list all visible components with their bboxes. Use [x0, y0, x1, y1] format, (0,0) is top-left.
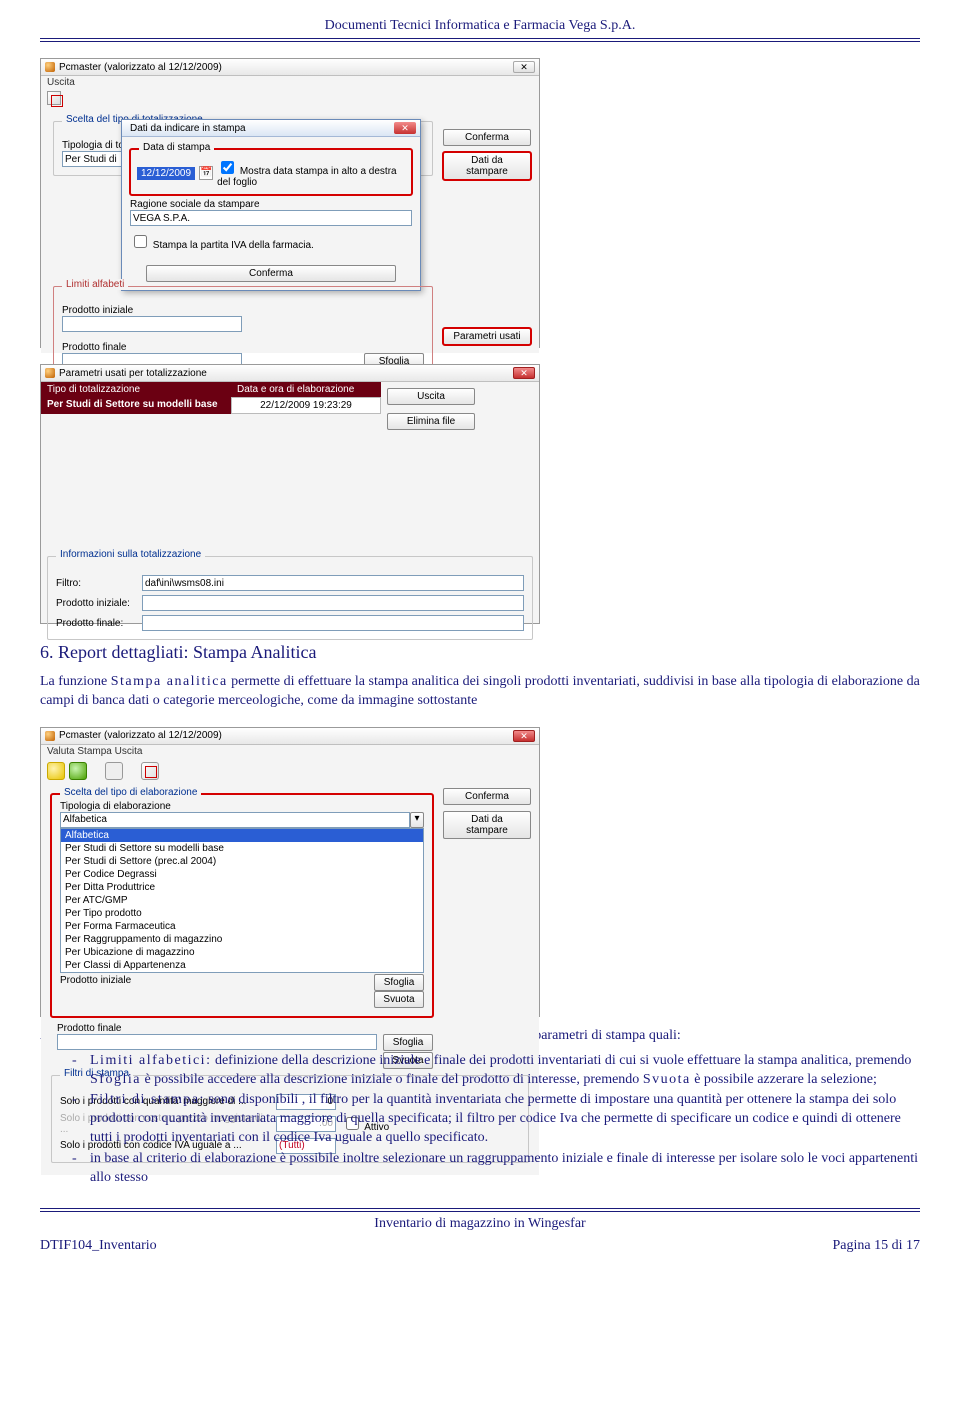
data-stampa-label: Data di stampa — [139, 142, 214, 153]
window-title: Parametri usati per totalizzazione — [59, 368, 207, 379]
elimina-file-button[interactable]: Elimina file — [387, 413, 475, 430]
page-header: Documenti Tecnici Informatica e Farmacia… — [40, 18, 920, 38]
ragione-sociale-input[interactable] — [130, 210, 412, 226]
window-titlebar: Pcmaster (valorizzato al 12/12/2009) ✕ — [41, 728, 539, 745]
fieldset-info-legend: Informazioni sulla totalizzazione — [56, 549, 205, 560]
dati-da-stampare-button[interactable]: Dati da stampare — [443, 811, 531, 839]
close-icon[interactable]: ✕ — [513, 61, 535, 73]
close-icon[interactable]: ✕ — [513, 367, 535, 379]
menu-bar[interactable]: Valuta Stampa Uscita — [41, 745, 539, 758]
filtro-label: Filtro: — [56, 578, 136, 589]
chk-mostra-data[interactable] — [221, 161, 234, 174]
print-icon[interactable] — [105, 762, 123, 780]
modal-conferma-button[interactable]: Conferma — [146, 265, 396, 282]
close-icon[interactable]: ✕ — [394, 122, 416, 134]
col-data-header: Data e ora di elaborazione — [231, 382, 381, 397]
footer-right: Pagina 15 di 17 — [833, 1238, 921, 1254]
footer-center: Inventario di magazzino in Wingesfar — [40, 1212, 920, 1236]
dropdown-item[interactable]: Per Ubicazione di magazzino — [61, 946, 423, 959]
dropdown-item[interactable]: Per Ditta Produttrice — [61, 881, 423, 894]
close-icon[interactable]: ✕ — [513, 730, 535, 742]
window-title: Pcmaster (valorizzato al 12/12/2009) — [59, 730, 222, 741]
header-rule — [40, 38, 920, 39]
parametri-usati-button[interactable]: Parametri usati — [443, 328, 531, 345]
header-rule-2 — [40, 41, 920, 42]
dialog-title: Dati da indicare in stampa — [130, 123, 246, 134]
app-icon — [45, 62, 55, 72]
fieldset-elaborazione-legend: Scelta del tipo di elaborazione — [60, 787, 201, 798]
dropdown-item[interactable]: Per Forma Farmaceutica — [61, 920, 423, 933]
dropdown-item[interactable]: Per Classi di Appartenenza — [61, 959, 423, 972]
prodotto-iniziale-input[interactable] — [62, 316, 242, 332]
window-title: Pcmaster (valorizzato al 12/12/2009) — [59, 62, 222, 73]
bullet-list: Limiti alfabetici: definizione della des… — [40, 1052, 920, 1188]
conferma-button[interactable]: Conferma — [443, 788, 531, 805]
sfoglia-button-2[interactable]: Sfoglia — [383, 1034, 433, 1051]
prodotto-finale-label: Prodotto finale: — [56, 618, 136, 629]
prodotto-iniziale-label: Prodotto iniziale — [62, 305, 424, 316]
dropdown-item[interactable]: Per Codice Degrassi — [61, 868, 423, 881]
prodotto-iniziale-input[interactable] — [142, 595, 524, 611]
prodotto-finale-input[interactable] — [142, 615, 524, 631]
svuota-button[interactable]: Svuota — [374, 991, 424, 1008]
prodotto-finale-input[interactable] — [57, 1034, 377, 1050]
fieldset-limiti-legend: Limiti alfabeti — [62, 279, 128, 290]
row-data: 22/12/2009 19:23:29 — [231, 397, 381, 414]
row-tipo: Per Studi di Settore su modelli base — [41, 397, 231, 414]
toolbar-icon-1[interactable] — [47, 762, 65, 780]
tipologia-dropdown-list[interactable]: AlfabeticaPer Studi di Settore su modell… — [60, 828, 424, 973]
dropdown-item[interactable]: Alfabetica — [61, 829, 423, 842]
window-titlebar: Pcmaster (valorizzato al 12/12/2009) ✕ — [41, 59, 539, 76]
prodotto-finale-label: Prodotto finale — [57, 1023, 433, 1034]
calendar-icon[interactable]: 📅 — [199, 166, 213, 180]
chk-piva-label: Stampa la partita IVA della farmacia. — [153, 240, 314, 251]
dropdown-item[interactable]: Per Studi di Settore (prec.al 2004) — [61, 855, 423, 868]
dropdown-item[interactable]: Per ATC/GMP — [61, 894, 423, 907]
chk-piva[interactable] — [134, 235, 147, 248]
window-titlebar: Parametri usati per totalizzazione ✕ — [41, 365, 539, 382]
footer-left: DTIF104_Inventario — [40, 1238, 157, 1254]
list-item: in base al criterio di elaborazione è po… — [66, 1150, 920, 1188]
screenshot-1: Pcmaster (valorizzato al 12/12/2009) ✕ U… — [40, 58, 540, 348]
screenshot-2: Parametri usati per totalizzazione ✕ Tip… — [40, 364, 540, 624]
list-item: Limiti alfabetici: definizione della des… — [66, 1052, 920, 1090]
sfoglia-button[interactable]: Sfoglia — [374, 974, 424, 991]
section-6-heading: 6. Report dettagliati: Stampa Analitica — [40, 642, 920, 663]
data-stampa-value[interactable]: 12/12/2009 — [137, 167, 195, 180]
menu-bar[interactable]: Uscita — [41, 76, 539, 89]
list-item: Filtri di stampa: sono disponibili , il … — [66, 1091, 920, 1148]
dialog-dati-stampa: Dati da indicare in stampa ✕ Data di sta… — [121, 119, 421, 291]
toolbar-icon-2[interactable] — [69, 762, 87, 780]
exit-icon[interactable] — [141, 762, 159, 780]
dropdown-item[interactable]: Per Tipo prodotto — [61, 907, 423, 920]
app-icon — [45, 368, 55, 378]
prodotto-iniziale-label: Prodotto iniziale: — [56, 598, 136, 609]
tipologia-elab-input[interactable] — [60, 812, 410, 828]
prodotto-finale-label: Prodotto finale — [62, 342, 424, 353]
chevron-down-icon[interactable]: ▾ — [410, 812, 424, 828]
screenshot-3: Pcmaster (valorizzato al 12/12/2009) ✕ V… — [40, 727, 540, 1017]
dati-da-stampare-button[interactable]: Dati da stampare — [443, 152, 531, 180]
chk-mostra-label: Mostra data stampa in alto a destra del … — [217, 166, 397, 188]
footer-rule — [40, 1208, 920, 1209]
conferma-button[interactable]: Conferma — [443, 129, 531, 146]
dropdown-item[interactable]: Per Studi di Settore su modelli base — [61, 842, 423, 855]
dropdown-item[interactable]: Per Raggruppamento di magazzino — [61, 933, 423, 946]
ragione-sociale-label: Ragione sociale da stampare — [130, 199, 412, 210]
uscita-button[interactable]: Uscita — [387, 388, 475, 405]
app-icon — [45, 731, 55, 741]
section-6-para: La funzione Stampa analitica permette di… — [40, 673, 920, 711]
tipologia-elab-label: Tipologia di elaborazione — [60, 801, 424, 812]
exit-icon[interactable] — [47, 91, 61, 105]
col-tipo-header: Tipo di totalizzazione — [41, 382, 231, 397]
filtro-input[interactable] — [142, 575, 524, 591]
